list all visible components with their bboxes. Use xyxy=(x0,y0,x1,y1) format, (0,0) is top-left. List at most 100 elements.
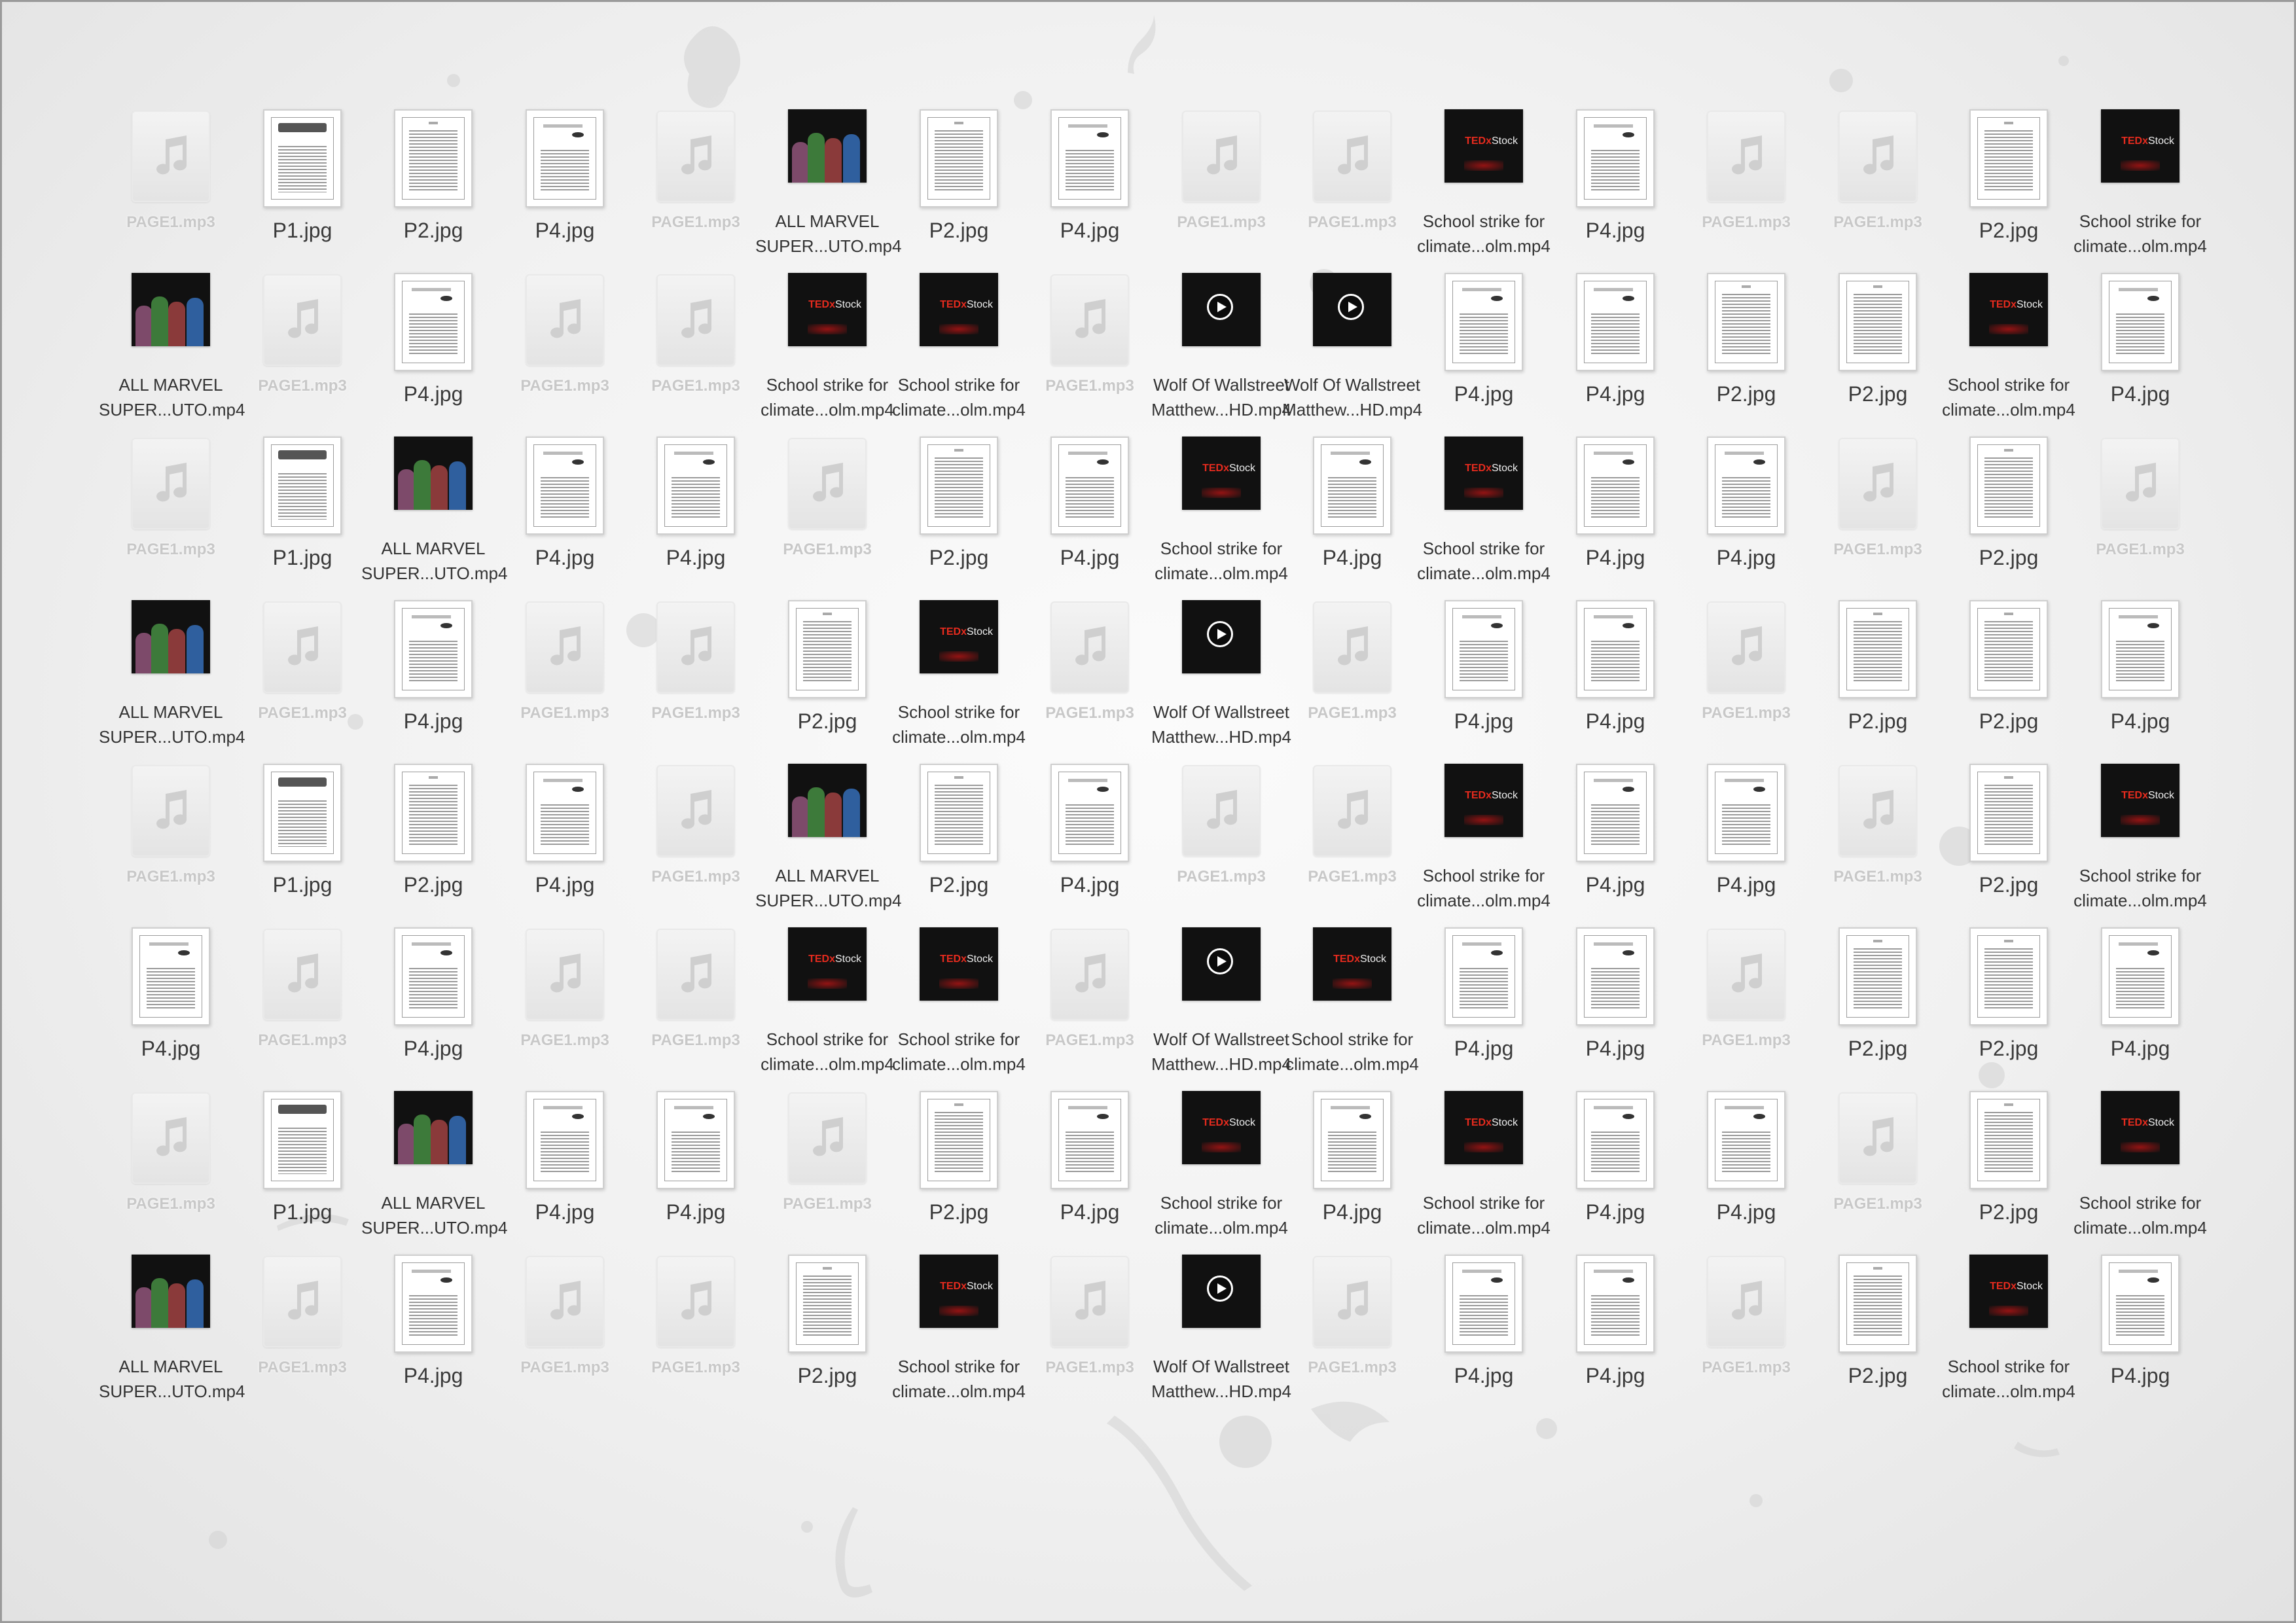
desktop-file-p4[interactable]: P4.jpg xyxy=(1024,760,1155,923)
desktop-file-audio[interactable]: PAGE1.mp3 xyxy=(1287,596,1418,760)
desktop-file-p4[interactable]: P4.jpg xyxy=(630,433,761,596)
desktop-file-p2[interactable]: P2.jpg xyxy=(762,1251,893,1414)
desktop-file-school[interactable]: TEDxStock School strike for climate...olm.… xyxy=(892,1251,1026,1414)
desktop-file-p4[interactable]: P4.jpg xyxy=(1550,1087,1681,1251)
desktop-file-audio[interactable]: PAGE1.mp3 xyxy=(1812,433,1943,596)
desktop-file-p4[interactable]: P4.jpg xyxy=(499,1087,630,1251)
desktop-file-marvel[interactable]: ALL MARVEL SUPER...UTO.mp4 xyxy=(361,1087,507,1251)
desktop-file-p4[interactable]: P4.jpg xyxy=(1418,596,1549,760)
desktop-file-p1[interactable]: P1.jpg xyxy=(237,105,368,269)
desktop-file-p4[interactable]: P4.jpg xyxy=(1550,269,1681,433)
desktop-file-wolf[interactable]: Wolf Of Wallstreet Matthew...HD.mp4 xyxy=(1151,1251,1291,1414)
desktop-file-p4[interactable]: P4.jpg xyxy=(2075,1251,2206,1414)
desktop-file-p4[interactable]: P4.jpg xyxy=(1550,105,1681,269)
desktop-file-audio[interactable]: PAGE1.mp3 xyxy=(2075,433,2206,596)
desktop-file-marvel[interactable]: ALL MARVEL SUPER...UTO.mp4 xyxy=(99,1251,245,1414)
desktop-file-marvel[interactable]: ALL MARVEL SUPER...UTO.mp4 xyxy=(755,760,901,923)
desktop-file-p2[interactable]: P2.jpg xyxy=(893,1087,1024,1251)
desktop-file-p4[interactable]: P4.jpg xyxy=(368,269,499,433)
desktop-file-p1[interactable]: P1.jpg xyxy=(237,1087,368,1251)
desktop-file-p4[interactable]: P4.jpg xyxy=(1550,596,1681,760)
desktop-file-school[interactable]: TEDxStock School strike for climate...olm.… xyxy=(892,596,1026,760)
desktop-file-school[interactable]: TEDxStock School strike for climate...olm.… xyxy=(892,269,1026,433)
desktop-file-audio[interactable]: PAGE1.mp3 xyxy=(1812,760,1943,923)
desktop-file-audio[interactable]: PAGE1.mp3 xyxy=(237,269,368,433)
desktop-file-p1[interactable]: P1.jpg xyxy=(237,433,368,596)
desktop-file-audio[interactable]: PAGE1.mp3 xyxy=(630,1251,761,1414)
desktop-file-p4[interactable]: P4.jpg xyxy=(1681,760,1812,923)
desktop-file-audio[interactable]: PAGE1.mp3 xyxy=(1681,1251,1812,1414)
desktop-file-p4[interactable]: P4.jpg xyxy=(105,923,236,1087)
desktop-file-school[interactable]: TEDxStock School strike for climate...olm.… xyxy=(1417,760,1551,923)
desktop-file-audio[interactable]: PAGE1.mp3 xyxy=(499,596,630,760)
desktop-file-school[interactable]: TEDxStock School strike for climate...olm.… xyxy=(761,269,894,433)
desktop-file-p2[interactable]: P2.jpg xyxy=(1943,760,2074,923)
desktop-file-audio[interactable]: PAGE1.mp3 xyxy=(1287,105,1418,269)
desktop-file-audio[interactable]: PAGE1.mp3 xyxy=(630,105,761,269)
desktop-file-marvel[interactable]: ALL MARVEL SUPER...UTO.mp4 xyxy=(755,105,901,269)
desktop-file-p4[interactable]: P4.jpg xyxy=(1681,433,1812,596)
desktop-file-audio[interactable]: PAGE1.mp3 xyxy=(1024,596,1155,760)
desktop-file-school[interactable]: TEDxStock School strike for climate...olm.… xyxy=(1155,1087,1288,1251)
desktop-file-school[interactable]: TEDxStock School strike for climate...olm.… xyxy=(761,923,894,1087)
desktop-file-p2[interactable]: P2.jpg xyxy=(1943,105,2074,269)
desktop-file-audio[interactable]: PAGE1.mp3 xyxy=(1024,269,1155,433)
desktop-file-p2[interactable]: P2.jpg xyxy=(1812,596,1943,760)
desktop-file-audio[interactable]: PAGE1.mp3 xyxy=(630,596,761,760)
desktop-file-audio[interactable]: PAGE1.mp3 xyxy=(499,269,630,433)
desktop-file-school[interactable]: TEDxStock School strike for climate...olm.… xyxy=(1155,433,1288,596)
desktop-file-p4[interactable]: P4.jpg xyxy=(1024,433,1155,596)
desktop-file-p4[interactable]: P4.jpg xyxy=(368,596,499,760)
desktop-file-p4[interactable]: P4.jpg xyxy=(630,1087,761,1251)
desktop-file-p4[interactable]: P4.jpg xyxy=(1550,433,1681,596)
desktop-file-p2[interactable]: P2.jpg xyxy=(1681,269,1812,433)
desktop-file-marvel[interactable]: ALL MARVEL SUPER...UTO.mp4 xyxy=(99,269,245,433)
desktop-file-p4[interactable]: P4.jpg xyxy=(1287,1087,1418,1251)
desktop-file-wolf[interactable]: Wolf Of Wallstreet Matthew...HD.mp4 xyxy=(1282,269,1422,433)
desktop-file-audio[interactable]: PAGE1.mp3 xyxy=(1287,1251,1418,1414)
desktop-file-audio[interactable]: PAGE1.mp3 xyxy=(1681,596,1812,760)
desktop-file-p4[interactable]: P4.jpg xyxy=(2075,596,2206,760)
desktop-file-audio[interactable]: PAGE1.mp3 xyxy=(237,1251,368,1414)
desktop-file-audio[interactable]: PAGE1.mp3 xyxy=(237,923,368,1087)
desktop-file-p4[interactable]: P4.jpg xyxy=(1418,1251,1549,1414)
desktop-file-audio[interactable]: PAGE1.mp3 xyxy=(105,760,236,923)
desktop-file-audio[interactable]: PAGE1.mp3 xyxy=(105,433,236,596)
desktop-file-p4[interactable]: P4.jpg xyxy=(499,433,630,596)
desktop-file-audio[interactable]: PAGE1.mp3 xyxy=(630,269,761,433)
desktop-file-school[interactable]: TEDxStock School strike for climate...olm.… xyxy=(1942,1251,2075,1414)
desktop-file-p2[interactable]: P2.jpg xyxy=(368,105,499,269)
desktop-file-p4[interactable]: P4.jpg xyxy=(368,1251,499,1414)
desktop-file-audio[interactable]: PAGE1.mp3 xyxy=(1024,923,1155,1087)
desktop-file-p2[interactable]: P2.jpg xyxy=(893,105,1024,269)
desktop-file-p2[interactable]: P2.jpg xyxy=(1943,596,2074,760)
desktop-file-p4[interactable]: P4.jpg xyxy=(1024,1087,1155,1251)
desktop-file-p4[interactable]: P4.jpg xyxy=(1550,923,1681,1087)
desktop-file-p4[interactable]: P4.jpg xyxy=(1418,923,1549,1087)
desktop-file-p2[interactable]: P2.jpg xyxy=(1943,923,2074,1087)
desktop-file-marvel[interactable]: ALL MARVEL SUPER...UTO.mp4 xyxy=(99,596,245,760)
desktop-file-school[interactable]: TEDxStock School strike for climate...olm.… xyxy=(1285,923,1419,1087)
desktop-file-p4[interactable]: P4.jpg xyxy=(1550,1251,1681,1414)
desktop-file-p4[interactable]: P4.jpg xyxy=(499,760,630,923)
desktop-file-p2[interactable]: P2.jpg xyxy=(1812,269,1943,433)
desktop-file-audio[interactable]: PAGE1.mp3 xyxy=(237,596,368,760)
desktop-file-wolf[interactable]: Wolf Of Wallstreet Matthew...HD.mp4 xyxy=(1151,923,1291,1087)
desktop-file-audio[interactable]: PAGE1.mp3 xyxy=(630,760,761,923)
desktop-file-p4[interactable]: P4.jpg xyxy=(2075,923,2206,1087)
desktop-file-audio[interactable]: PAGE1.mp3 xyxy=(105,1087,236,1251)
desktop-file-p4[interactable]: P4.jpg xyxy=(1550,760,1681,923)
desktop-file-p2[interactable]: P2.jpg xyxy=(368,760,499,923)
desktop-file-audio[interactable]: PAGE1.mp3 xyxy=(499,1251,630,1414)
desktop-file-p4[interactable]: P4.jpg xyxy=(1418,269,1549,433)
desktop-file-school[interactable]: TEDxStock School strike for climate...olm.… xyxy=(1417,433,1551,596)
desktop-file-p4[interactable]: P4.jpg xyxy=(2075,269,2206,433)
desktop-file-p2[interactable]: P2.jpg xyxy=(1943,1087,2074,1251)
desktop-file-school[interactable]: TEDxStock School strike for climate...olm.… xyxy=(1417,1087,1551,1251)
desktop-file-audio[interactable]: PAGE1.mp3 xyxy=(1156,105,1287,269)
desktop-file-wolf[interactable]: Wolf Of Wallstreet Matthew...HD.mp4 xyxy=(1151,269,1291,433)
desktop-file-audio[interactable]: PAGE1.mp3 xyxy=(105,105,236,269)
desktop-file-p4[interactable]: P4.jpg xyxy=(368,923,499,1087)
desktop-file-audio[interactable]: PAGE1.mp3 xyxy=(762,1087,893,1251)
desktop-file-marvel[interactable]: ALL MARVEL SUPER...UTO.mp4 xyxy=(361,433,507,596)
